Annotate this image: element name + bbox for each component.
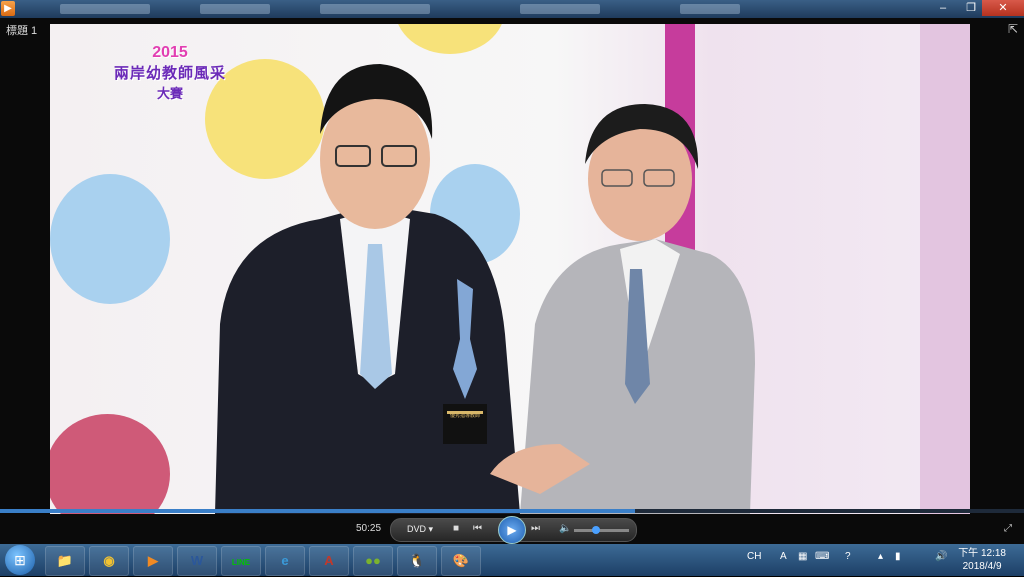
- clock-date: 2018/4/9: [962, 561, 1002, 572]
- blurred-tab: [60, 4, 150, 14]
- volume-slider[interactable]: [574, 526, 629, 534]
- close-icon: ✕: [998, 2, 1008, 14]
- stop-button[interactable]: ■: [453, 523, 459, 534]
- taskbar-app-wechat[interactable]: ●●: [353, 546, 393, 576]
- system-clock[interactable]: 下午 12:18 2018/4/9: [958, 547, 1006, 573]
- line-icon: LINE: [231, 558, 251, 567]
- mute-button[interactable]: 🔈: [559, 523, 571, 534]
- start-button[interactable]: ⊞: [5, 545, 35, 575]
- logo-subtitle: 大賽: [156, 86, 183, 101]
- trophy-plaque-text: 優秀指導教師: [449, 413, 480, 419]
- expand-icon[interactable]: ⇱: [1008, 22, 1018, 36]
- close-button[interactable]: ✕: [982, 0, 1024, 16]
- restore-button[interactable]: ❐: [958, 0, 984, 16]
- clock-time: 下午 12:18: [958, 548, 1006, 559]
- app-icon[interactable]: ▶: [1, 1, 15, 16]
- taskbar-app-acrobat[interactable]: A: [309, 546, 349, 576]
- network-icon[interactable]: ▮: [895, 551, 901, 562]
- wechat-icon: ●●: [365, 553, 381, 568]
- blurred-tab: [680, 4, 740, 14]
- show-hidden-icons[interactable]: ▴: [878, 551, 883, 562]
- taskbar-app-qq[interactable]: 🐧: [397, 546, 437, 576]
- taskbar: ⊞ 📁 ◉ ▶ W LINE e A ●● 🐧 🎨 CH A ▦ ⌨ ? ▴ ▮ 🔊 下午 12:…: [0, 544, 1024, 576]
- seek-bar[interactable]: [0, 509, 1024, 513]
- volume-icon[interactable]: 🔊: [935, 551, 947, 562]
- blurred-tab: [200, 4, 270, 14]
- qq-icon: 🐧: [408, 553, 426, 568]
- restore-icon: ❐: [966, 2, 976, 14]
- ie-icon: e: [281, 553, 289, 568]
- taskbar-app-explorer[interactable]: 📁: [45, 546, 85, 576]
- ime-icon[interactable]: A: [780, 551, 787, 562]
- blue-circle: [50, 174, 170, 304]
- next-button[interactable]: ⏭: [531, 523, 540, 534]
- keyboard-icon[interactable]: ⌨: [815, 551, 829, 562]
- window-titlebar: ▶ ‒ ❐ ✕: [0, 0, 1024, 18]
- logo-year: 2015: [152, 44, 188, 61]
- blurred-tab: [320, 4, 430, 14]
- play-button[interactable]: ▶: [498, 516, 526, 544]
- taskbar-app-paint[interactable]: 🎨: [441, 546, 481, 576]
- explorer-icon: 📁: [56, 553, 74, 568]
- windows-logo-icon: ⊞: [14, 552, 26, 568]
- show-logo: 2015 兩岸幼教師風采 大賽: [100, 44, 240, 102]
- control-pill: DVD ▾ ■ ⏮ ▶ ⏭ 🔈: [390, 516, 637, 544]
- minimize-icon: ‒: [939, 2, 947, 14]
- fullscreen-button[interactable]: ⤢: [1004, 523, 1012, 534]
- document-title: 標題 1: [6, 25, 38, 37]
- acrobat-icon: A: [324, 553, 334, 568]
- speaker-icon: 🔈: [559, 523, 572, 534]
- taskbar-app-word[interactable]: W: [177, 546, 217, 576]
- paint-icon: 🎨: [452, 553, 470, 568]
- red-circle: [50, 414, 170, 514]
- media-player: 標題 1 ⇱ 優秀指導教師 2015 兩岸幼教師風采 大賽 50:25 DVD …: [0, 18, 1024, 544]
- taskbar-app-chrome[interactable]: ◉: [89, 546, 129, 576]
- media-player-icon: ▶: [148, 553, 158, 568]
- source-selector[interactable]: DVD ▾: [407, 524, 433, 535]
- help-icon[interactable]: ?: [845, 551, 851, 562]
- volume-knob[interactable]: [592, 526, 600, 534]
- elapsed-time: 50:25: [356, 523, 382, 534]
- previous-icon: ⏮: [473, 523, 482, 534]
- taskbar-app-ie[interactable]: e: [265, 546, 305, 576]
- next-icon: ⏭: [531, 523, 540, 534]
- video-frame[interactable]: 優秀指導教師 2015 兩岸幼教師風采 大賽: [50, 24, 970, 514]
- chrome-icon: ◉: [103, 553, 115, 568]
- player-controls: 50:25 DVD ▾ ■ ⏮ ▶ ⏭ 🔈 ⤢: [0, 515, 1024, 544]
- taskbar-app-line[interactable]: LINE: [221, 546, 261, 576]
- ime-toolbar-icon[interactable]: ▦: [798, 551, 807, 562]
- stop-icon: ■: [453, 523, 460, 534]
- taskbar-app-media-player[interactable]: ▶: [133, 546, 173, 576]
- play-icon: ▶: [507, 523, 517, 537]
- word-icon: W: [190, 553, 204, 568]
- previous-button[interactable]: ⏮: [473, 523, 482, 534]
- fullscreen-icon: ⤢: [1004, 523, 1012, 534]
- minimize-button[interactable]: ‒: [930, 0, 956, 16]
- pink-panel: [920, 24, 970, 514]
- seek-progress: [0, 509, 635, 513]
- person-right: [490, 104, 755, 514]
- logo-title: 兩岸幼教師風采: [113, 65, 226, 82]
- trophy: [443, 279, 487, 444]
- input-language[interactable]: CH: [747, 551, 761, 562]
- blurred-tab: [520, 4, 600, 14]
